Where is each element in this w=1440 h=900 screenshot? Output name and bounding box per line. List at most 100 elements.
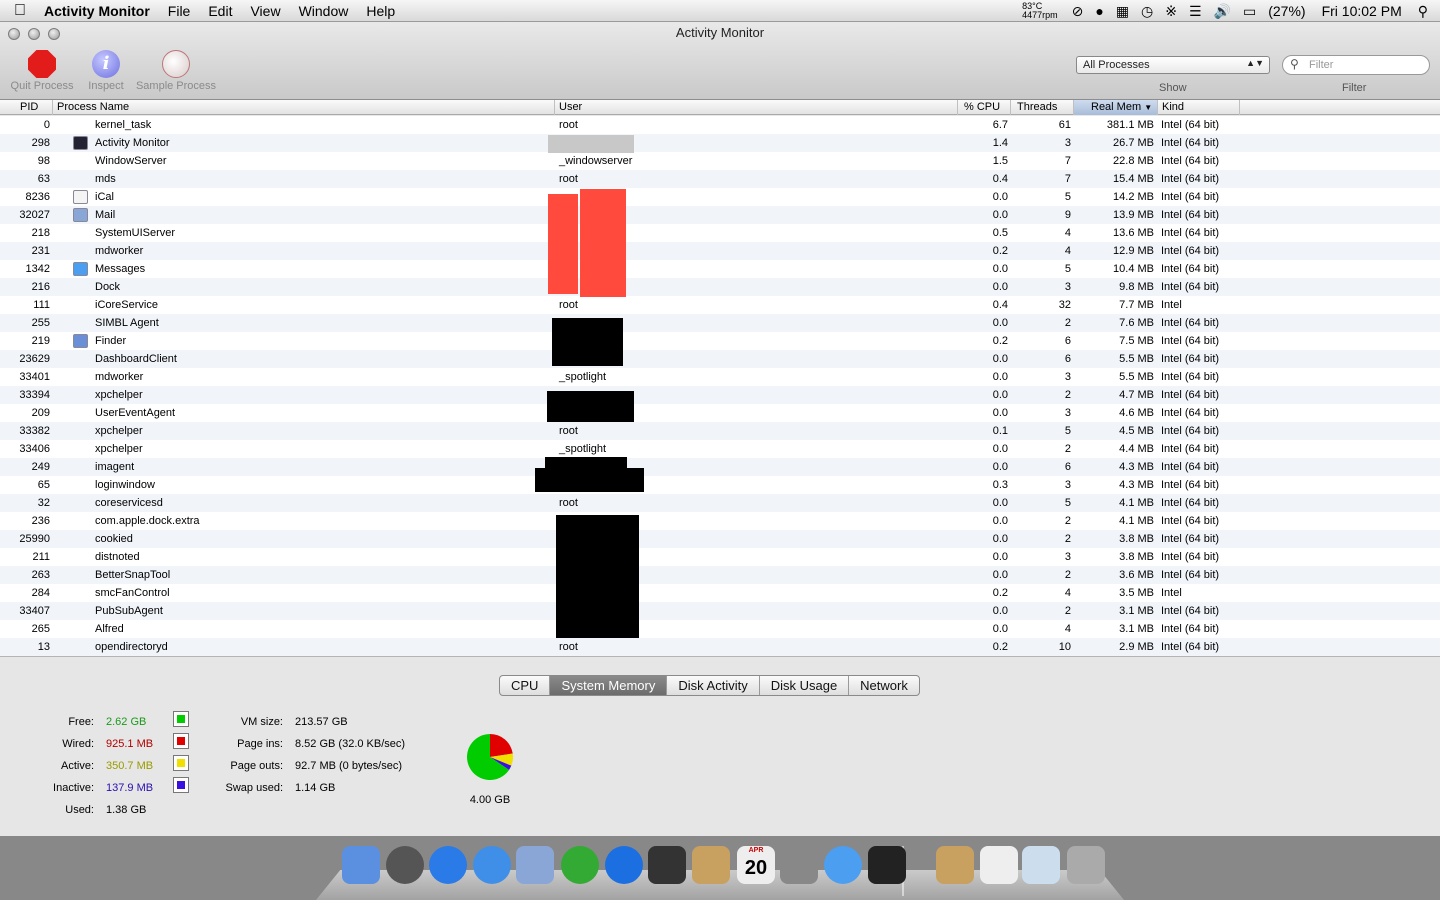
menu-window[interactable]: Window [290,0,358,22]
table-row[interactable]: 63 mds root 0.4 7 15.4 MB Intel (64 bit) [0,170,1440,188]
battery-percent[interactable]: (27%) [1262,3,1311,19]
process-name-cell: Mail [95,209,116,221]
table-row[interactable]: 23629 DashboardClient 0.0 6 5.5 MB Intel (64 … [0,350,1440,368]
table-row[interactable]: 284 smcFanControl 0.2 4 3.5 MB Intel [0,584,1440,602]
menu-clock[interactable]: Fri 10:02 PM [1312,3,1412,19]
active-color-swatch[interactable] [173,755,189,771]
tab-disk-usage[interactable]: Disk Usage [760,676,850,695]
table-row[interactable]: 0 kernel_task root 6.7 61 381.1 MB Intel (64 b… [0,116,1440,134]
table-row[interactable]: 13 opendirectoryd root 0.2 10 2.9 MB Intel (64… [0,638,1440,656]
table-row[interactable]: 1342 Messages 0.0 5 10.4 MB Intel (64 bit) [0,260,1440,278]
vm-size-label: VM size: [240,716,283,728]
dock-app-store-icon[interactable] [429,846,467,884]
dock-calendar-icon[interactable]: APR 20 [737,846,775,884]
fan-control-status[interactable]: 83°C 4477rpm [1014,2,1066,20]
filter-search-input[interactable]: ⚲ Filter [1282,55,1430,75]
dock-applications-stack-icon[interactable] [980,846,1018,884]
dock-finder-icon[interactable] [342,846,380,884]
table-row[interactable]: 211 distnoted 0.0 3 3.8 MB Intel (64 bit) [0,548,1440,566]
table-row[interactable]: 209 UserEventAgent 0.0 3 4.6 MB Intel (64 bit… [0,404,1440,422]
table-row[interactable]: 33401 mdworker _spotlight 0.0 3 5.5 MB Intel (… [0,368,1440,386]
column-kind[interactable]: Kind [1158,100,1240,115]
battery-icon[interactable]: ▭ [1237,3,1262,20]
search-icon: ⚲ [1290,57,1299,71]
table-row[interactable]: 32 coreservicesd root 0.0 5 4.1 MB Intel (64 b… [0,494,1440,512]
table-row[interactable]: 249 imagent 0.0 6 4.3 MB Intel (64 bit) [0,458,1440,476]
bluetooth-icon[interactable]: ※ [1159,3,1183,20]
cpu-cell: 0.0 [992,317,1008,329]
table-row[interactable]: 255 SIMBL Agent 0.0 2 7.6 MB Intel (64 bit) [0,314,1440,332]
wired-color-swatch[interactable] [173,733,189,749]
table-row[interactable]: 231 mdworker 0.2 4 12.9 MB Intel (64 bit) [0,242,1440,260]
column-user[interactable]: User [555,100,958,115]
volume-icon[interactable]: 🔊 [1208,3,1237,20]
dock-trash-icon[interactable] [1067,846,1105,884]
dock-mail-icon[interactable] [516,846,554,884]
column-real-mem[interactable]: Real Mem ▼ [1074,100,1158,115]
dock-launchpad-icon[interactable] [386,846,424,884]
column-threads[interactable]: Threads [1011,100,1074,115]
table-row[interactable]: 32027 Mail 0.0 9 13.9 MB Intel (64 bit) [0,206,1440,224]
table-row[interactable]: 98 WindowServer _windowserver 1.5 7 22.8 MB In… [0,152,1440,170]
show-processes-select[interactable]: All Processes ▲▼ [1076,56,1270,74]
table-row[interactable]: 263 BetterSnapTool 0.0 2 3.6 MB Intel (64 bit… [0,566,1440,584]
dock-messages-icon[interactable] [824,846,862,884]
tab-network[interactable]: Network [849,676,919,695]
time-machine-icon[interactable]: ◷ [1135,3,1159,20]
hat-icon[interactable]: ● [1089,3,1109,19]
table-row[interactable]: 219 Finder 0.2 6 7.5 MB Intel (64 bit) [0,332,1440,350]
kind-cell: Intel [1161,587,1182,599]
column-pid[interactable]: PID [0,100,53,115]
inspect-button[interactable]: i Inspect [84,50,128,92]
spotlight-search-icon[interactable]: ⚲ [1412,3,1440,20]
column-cpu[interactable]: % CPU [958,100,1011,115]
threads-cell: 2 [1064,569,1071,581]
apple-menu-icon[interactable]:  [0,2,40,20]
table-row[interactable]: 25990 cookied 0.0 2 3.8 MB Intel (64 bit) [0,530,1440,548]
dock-itunes-icon[interactable] [605,846,643,884]
dock-spotify-icon[interactable] [561,846,599,884]
kind-cell: Intel (64 bit) [1161,461,1220,473]
dock-documents-stack-icon[interactable] [936,846,974,884]
dock-safari-icon[interactable] [473,846,511,884]
active-value: 350.7 MB [106,760,154,772]
table-row[interactable]: 216 Dock 0.0 3 9.8 MB Intel (64 bit) [0,278,1440,296]
cpu-cell: 0.0 [992,461,1008,473]
real-mem-cell: 7.7 MB [1119,299,1154,311]
vm-size-row: VM size: [200,715,283,737]
inactive-color-swatch[interactable] [173,777,189,793]
table-row[interactable]: 33407 PubSubAgent 0.0 2 3.1 MB Intel (64 bit) [0,602,1440,620]
column-process-name[interactable]: Process Name [53,100,555,115]
app-menu[interactable]: Activity Monitor [40,0,159,22]
tab-disk-activity[interactable]: Disk Activity [667,676,760,695]
table-row[interactable]: 298 Activity Monitor 1.4 3 26.7 MB Intel (64 … [0,134,1440,152]
tab-cpu[interactable]: CPU [500,676,551,695]
dock-contacts-icon[interactable] [692,846,730,884]
table-row[interactable]: 111 iCoreService root 0.4 32 7.7 MB Intel [0,296,1440,314]
free-color-swatch[interactable] [173,711,189,727]
table-row[interactable]: 33406 xpchelper _spotlight 0.0 2 4.4 MB Intel … [0,440,1440,458]
wifi-icon[interactable]: ☰ [1183,3,1208,20]
menu-file[interactable]: File [159,0,200,22]
table-row[interactable]: 8236 iCal 0.0 5 14.2 MB Intel (64 bit) [0,188,1440,206]
table-row[interactable]: 65 loginwindow 0.3 3 4.3 MB Intel (64 bit) [0,476,1440,494]
no-entry-icon[interactable]: ⊘ [1066,3,1090,20]
table-row[interactable]: 218 SystemUIServer 0.5 4 13.6 MB Intel (64 bi… [0,224,1440,242]
tab-system-memory[interactable]: System Memory [550,676,668,695]
process-name-cell: SystemUIServer [95,227,176,239]
dock-system-preferences-icon[interactable] [780,846,818,884]
dock-downloads-stack-icon[interactable] [1022,846,1060,884]
dock-activity-monitor-icon[interactable] [868,846,906,884]
cpu-cell: 1.4 [992,137,1008,149]
menu-help[interactable]: Help [357,0,404,22]
table-row[interactable]: 265 Alfred 0.0 4 3.1 MB Intel (64 bit) [0,620,1440,638]
menulet-grid-icon[interactable]: ▦ [1110,3,1135,20]
menu-view[interactable]: View [241,0,289,22]
table-row[interactable]: 236 com.apple.dock.extra 0.0 2 4.1 MB Intel (… [0,512,1440,530]
dock-facetime-icon[interactable] [648,846,686,884]
table-row[interactable]: 33394 xpchelper 0.0 2 4.7 MB Intel (64 bit) [0,386,1440,404]
menu-edit[interactable]: Edit [199,0,241,22]
sample-process-button[interactable]: Sample Process [134,50,218,92]
table-row[interactable]: 33382 xpchelper root 0.1 5 4.5 MB Intel (64 bi… [0,422,1440,440]
quit-process-button[interactable]: Quit Process [8,50,76,92]
